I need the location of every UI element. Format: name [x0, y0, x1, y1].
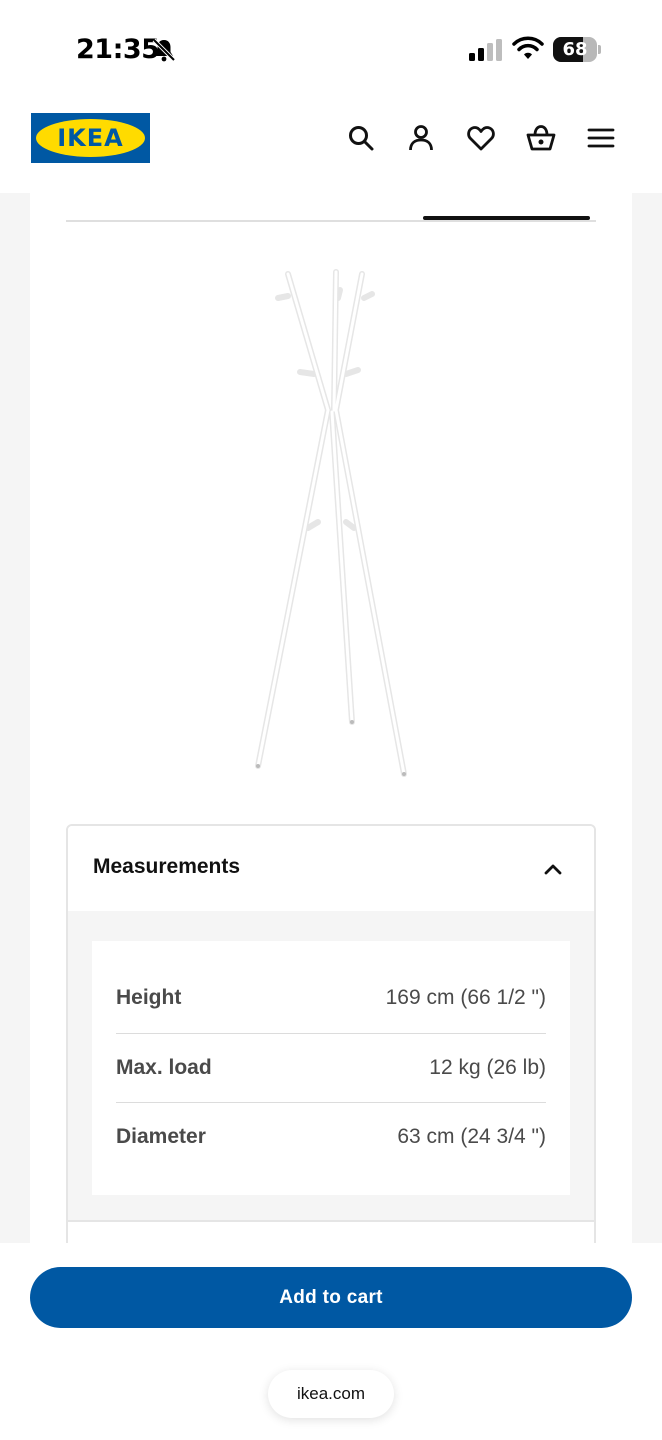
heart-icon[interactable] — [466, 123, 496, 153]
bottom-sheet: Add to cart ikea.com — [0, 1243, 662, 1440]
site-header: IKEA — [0, 96, 662, 193]
screen: 21:35 68 IKEA Measurements Height 169 cm… — [0, 0, 662, 1440]
account-icon[interactable] — [406, 123, 436, 153]
battery-level: 68 — [562, 39, 588, 60]
measurement-value: 63 cm (24 3/4 ") — [397, 1125, 546, 1148]
logo-text: IKEA — [57, 124, 124, 152]
measurement-row-diameter: Diameter 63 cm (24 3/4 ") — [116, 1102, 546, 1171]
status-time: 21:35 — [76, 34, 160, 65]
battery-body: 68 — [553, 37, 597, 62]
bell-slash-icon — [152, 38, 176, 62]
measurement-value: 169 cm (66 1/2 ") — [385, 986, 546, 1009]
basket-icon[interactable] — [526, 123, 556, 153]
battery-tip — [598, 45, 601, 54]
browser-url-pill[interactable]: ikea.com — [268, 1370, 394, 1418]
measurement-label: Diameter — [116, 1125, 206, 1148]
tab-track — [66, 220, 596, 222]
status-bar: 21:35 68 — [0, 0, 662, 96]
battery-icon: 68 — [553, 37, 601, 62]
measurements-accordion: Measurements Height 169 cm (66 1/2 ") Ma… — [66, 824, 596, 1254]
chevron-up-icon[interactable] — [542, 858, 564, 880]
cellular-signal-icon — [469, 39, 502, 61]
measurements-body: Height 169 cm (66 1/2 ") Max. load 12 kg… — [68, 911, 594, 1221]
measurements-header[interactable]: Measurements — [68, 826, 594, 911]
wifi-icon — [512, 36, 544, 59]
ikea-logo[interactable]: IKEA — [31, 113, 150, 163]
add-to-cart-button[interactable]: Add to cart — [30, 1267, 632, 1328]
accordion-divider — [68, 1220, 594, 1222]
measurement-row-height: Height 169 cm (66 1/2 ") — [116, 964, 546, 1033]
product-image[interactable] — [230, 262, 430, 782]
measurement-label: Max. load — [116, 1056, 212, 1079]
measurement-label: Height — [116, 986, 182, 1009]
measurement-value: 12 kg (26 lb) — [429, 1056, 546, 1079]
measurements-title: Measurements — [93, 855, 241, 878]
tab-active-indicator[interactable] — [423, 216, 590, 220]
measurements-card: Height 169 cm (66 1/2 ") Max. load 12 kg… — [92, 941, 570, 1195]
measurement-row-max-load: Max. load 12 kg (26 lb) — [116, 1033, 546, 1102]
search-icon[interactable] — [346, 123, 376, 153]
menu-icon[interactable] — [586, 123, 616, 153]
